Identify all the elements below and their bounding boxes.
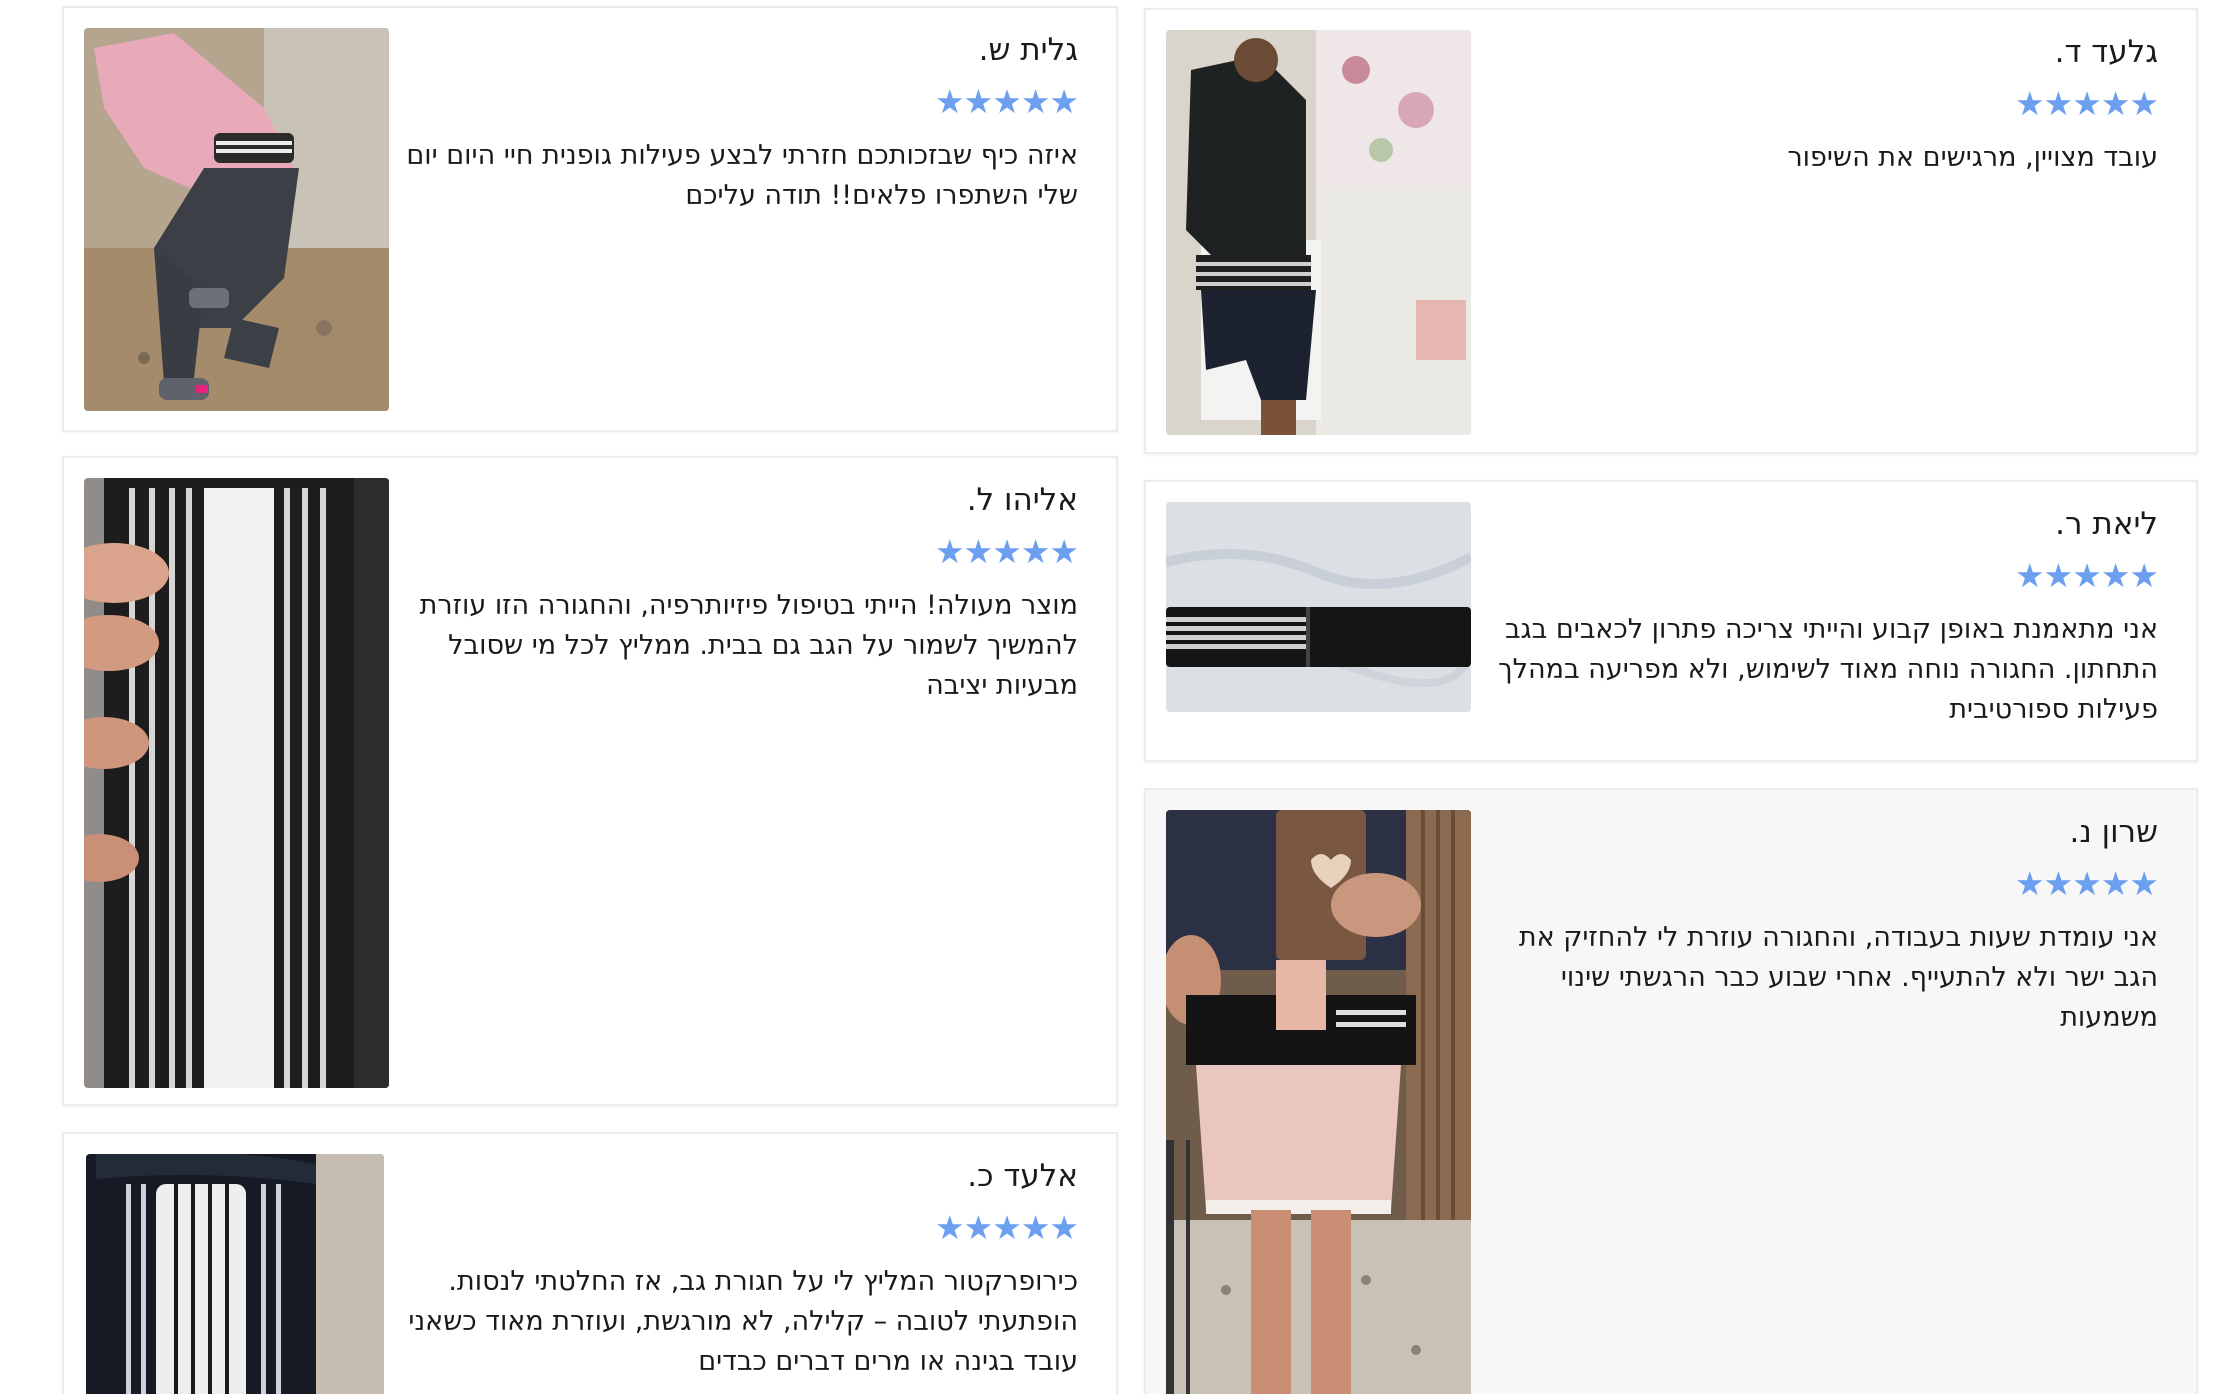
woman-squatting-with-belt-photo — [84, 28, 389, 411]
mirror-selfie-with-belt-photo — [1166, 810, 1471, 1394]
star-icon: ★ — [2015, 864, 2045, 903]
star-icon: ★ — [2129, 556, 2159, 595]
star-icon: ★ — [2129, 84, 2159, 123]
star-icon: ★ — [963, 532, 994, 571]
star-icon: ★ — [963, 1208, 994, 1247]
review-content: אליהו ל. ★★★★★ מוצר מעולה! הייתי בטיפול … — [402, 478, 1079, 706]
rating-stars: ★★★★★ — [402, 1208, 1079, 1247]
rolled-belt-photo — [86, 1154, 384, 1394]
star-icon: ★ — [935, 1208, 965, 1247]
review-card: גלעד ד. ★★★★★ עובד מצויין, מרגישים את הש… — [1144, 8, 2198, 454]
review-content: שרון נ. ★★★★★ אני עומדת שעות בעבודה, והח… — [1482, 810, 2159, 1038]
review-card: ליאת ר. ★★★★★ אני מתאמנת באופן קבוע והיי… — [1144, 480, 2198, 762]
star-icon: ★ — [2015, 84, 2045, 123]
star-icon: ★ — [2043, 864, 2074, 903]
star-icon: ★ — [935, 82, 965, 121]
star-icon: ★ — [1049, 532, 1079, 571]
review-card: שרון נ. ★★★★★ אני עומדת שעות בעבודה, והח… — [1144, 788, 2198, 1394]
star-icon: ★ — [1020, 82, 1051, 121]
review-content: גלעד ד. ★★★★★ עובד מצויין, מרגישים את הש… — [1482, 30, 2159, 178]
rating-stars: ★★★★★ — [402, 532, 1079, 571]
review-photo[interactable] — [1166, 30, 1471, 435]
review-text: אני עומדת שעות בעבודה, והחגורה עוזרת לי … — [1518, 922, 2158, 1033]
star-icon: ★ — [935, 532, 965, 571]
star-icon: ★ — [2129, 864, 2159, 903]
review-card: אלעד כ. ★★★★★ כירופרקטור המליץ לי על חגו… — [62, 1132, 1118, 1394]
rating-stars: ★★★★★ — [1482, 84, 2159, 123]
belt-on-table-photo — [1166, 502, 1471, 712]
reviewer-name: אלעד כ. — [967, 1158, 1078, 1194]
review-text: איזה כיף שבזכותכם חזרתי לבצע פעילות גופנ… — [406, 140, 1078, 211]
review-text: אני מתאמנת באופן קבוע והייתי צריכה פתרון… — [1498, 614, 2158, 725]
review-content: ליאת ר. ★★★★★ אני מתאמנת באופן קבוע והיי… — [1482, 502, 2159, 730]
review-photo[interactable] — [84, 28, 389, 411]
star-icon: ★ — [2100, 864, 2131, 903]
star-icon: ★ — [2100, 556, 2131, 595]
star-icon: ★ — [2072, 864, 2102, 903]
reviewer-name: גלעד ד. — [2054, 34, 2158, 70]
rating-stars: ★★★★★ — [1482, 556, 2159, 595]
star-icon: ★ — [2100, 84, 2131, 123]
review-photo[interactable] — [86, 1154, 384, 1394]
review-text: כירופרקטור המליץ לי על חגורת גב, אז החלט… — [408, 1266, 1078, 1377]
review-card: אליהו ל. ★★★★★ מוצר מעולה! הייתי בטיפול … — [62, 456, 1118, 1106]
review-content: אלעד כ. ★★★★★ כירופרקטור המליץ לי על חגו… — [402, 1154, 1079, 1382]
rating-stars: ★★★★★ — [1482, 864, 2159, 903]
star-icon: ★ — [2043, 84, 2074, 123]
man-wearing-back-brace-photo — [1166, 30, 1471, 435]
star-icon: ★ — [992, 82, 1022, 121]
star-icon: ★ — [1049, 1208, 1079, 1247]
reviews-grid: גלעד ד. ★★★★★ עובד מצויין, מרגישים את הש… — [0, 0, 2216, 1394]
review-text: מוצר מעולה! הייתי בטיפול פיזיותרפיה, והח… — [419, 590, 1078, 701]
star-icon: ★ — [2072, 556, 2102, 595]
star-icon: ★ — [2072, 84, 2102, 123]
star-icon: ★ — [992, 1208, 1022, 1247]
reviewer-name: אליהו ל. — [966, 482, 1078, 518]
reviewer-name: ליאת ר. — [2055, 506, 2158, 542]
reviewer-name: שרון נ. — [2069, 814, 2158, 850]
star-icon: ★ — [1020, 1208, 1051, 1247]
star-icon: ★ — [963, 82, 994, 121]
star-icon: ★ — [1020, 532, 1051, 571]
hand-holding-belt-photo — [84, 478, 389, 1088]
rating-stars: ★★★★★ — [402, 82, 1079, 121]
reviewer-name: גלית ש. — [978, 32, 1078, 68]
star-icon: ★ — [2043, 556, 2074, 595]
star-icon: ★ — [2015, 556, 2045, 595]
review-card: גלית ש. ★★★★★ איזה כיף שבזכותכם חזרתי לב… — [62, 6, 1118, 432]
review-text: עובד מצויין, מרגישים את השיפור — [1787, 142, 2158, 173]
review-content: גלית ש. ★★★★★ איזה כיף שבזכותכם חזרתי לב… — [402, 28, 1079, 216]
review-photo[interactable] — [1166, 502, 1471, 712]
star-icon: ★ — [992, 532, 1022, 571]
star-icon: ★ — [1049, 82, 1079, 121]
review-photo[interactable] — [84, 478, 389, 1088]
review-photo[interactable] — [1166, 810, 1471, 1394]
